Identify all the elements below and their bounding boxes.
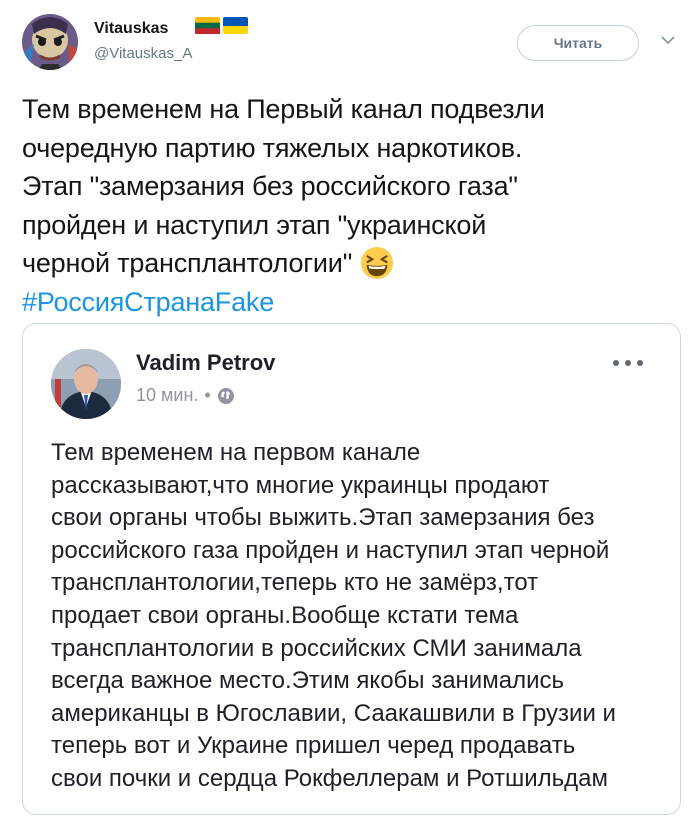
laughing-face-emoji-icon (361, 246, 394, 280)
embedded-post-time: 10 мин. (136, 385, 199, 405)
embedded-author-name: Vadim Petrov (136, 350, 276, 375)
embedded-author-avatar (51, 349, 121, 419)
embedded-text-line: американцы в Югославии, Саакашвили в Гру… (51, 699, 616, 727)
lithuania-flag-icon (195, 17, 220, 34)
embedded-text-line: российского газа пройден и наступил этап… (51, 536, 610, 564)
author-handle[interactable]: @Vitauskas_A (94, 45, 192, 62)
embedded-text-line: свои почки и сердца Рокфеллерам и Ротшил… (51, 764, 608, 792)
embedded-text-line: трансплантологии в российских СМИ занима… (51, 634, 582, 662)
author-name[interactable]: Vitauskas (94, 20, 168, 38)
tweet-text-line: пройден и наступил этап "украинской (22, 209, 487, 240)
tweet-header: Vitauskas @Vitauskas_A Читать (0, 0, 699, 80)
hashtag-link[interactable]: #РоссияСтранаFake (22, 283, 682, 322)
author-flags (195, 17, 248, 34)
embedded-text-line: свои органы чтобы выжить.Этап замерзания… (51, 504, 595, 532)
embedded-text-line: трансплантологии,теперь кто не замёрз,то… (51, 569, 539, 597)
author-avatar[interactable] (22, 14, 78, 70)
embedded-post-meta: 10 мин. • (136, 385, 235, 406)
tweet-text: Тем временем на Первый канал подвезли оч… (22, 90, 682, 321)
chevron-down-icon[interactable] (660, 32, 676, 48)
tweet-text-line: Тем временем на Первый канал подвезли (22, 94, 545, 124)
embedded-text-line: Тем временем на первом канале (51, 439, 421, 466)
embedded-text-line: теперь вот и Украине пришел черед продав… (51, 732, 576, 760)
embedded-text-line: всегда важное место.Этим якобы занималис… (51, 667, 564, 695)
tweet-text-line: очередную партию тяжелых наркотиков. (22, 132, 523, 163)
embedded-avatar-art (51, 349, 121, 419)
embedded-text-line: продает свои органы.Вообще кстати тема (51, 601, 519, 629)
avatar-art (22, 14, 78, 70)
tweet-text-line: Этап "замерзания без российского газа" (22, 171, 518, 201)
follow-button[interactable]: Читать (517, 25, 639, 61)
embedded-text-line: рассказывают,что многие украинцы продают (51, 471, 550, 499)
embedded-post-text: Тем временем на первом канале рассказыва… (51, 437, 671, 796)
more-options-icon (613, 360, 643, 366)
tweet-text-line: черной трансплантологии" (22, 248, 353, 278)
embedded-image-card[interactable]: Vadim Petrov 10 мин. • Тем временем на п… (22, 323, 681, 815)
tweet-text-line-last: черной трансплантологии" (22, 244, 682, 283)
meta-separator: • (204, 385, 211, 405)
ukraine-flag-icon (223, 17, 248, 34)
globe-icon (217, 387, 234, 404)
